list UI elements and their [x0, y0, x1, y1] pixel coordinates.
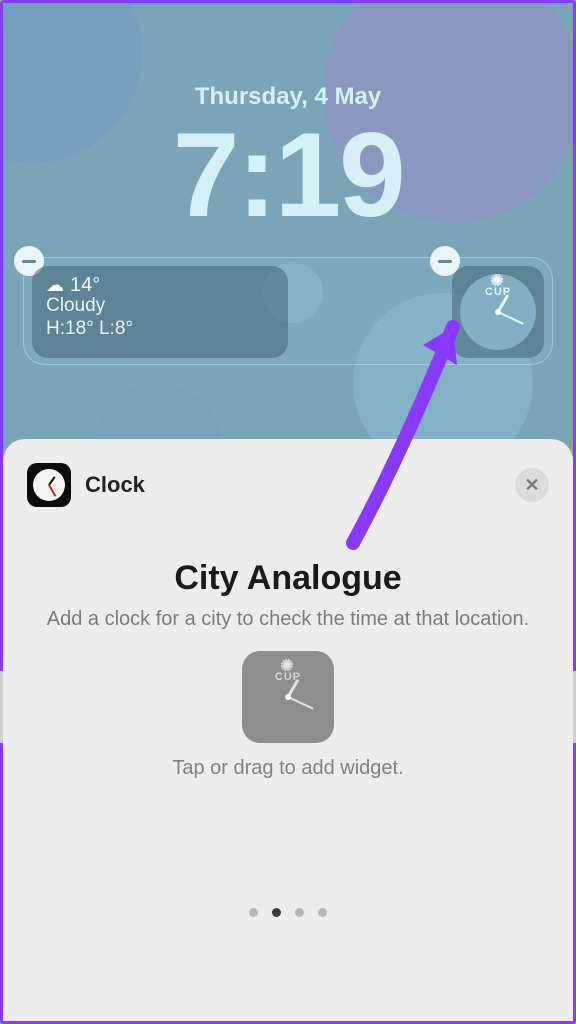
- widget-hint: Tap or drag to add widget.: [27, 757, 549, 780]
- page-dot[interactable]: [272, 908, 281, 917]
- minus-icon: [438, 260, 452, 263]
- page-dot[interactable]: [249, 908, 258, 917]
- page-dot[interactable]: [295, 908, 304, 917]
- clock-app-icon: [27, 463, 71, 507]
- widget-title: City Analogue: [27, 559, 549, 598]
- page-dot[interactable]: [318, 908, 327, 917]
- close-icon: ✕: [524, 475, 539, 496]
- close-button[interactable]: ✕: [515, 468, 549, 502]
- widget-row[interactable]: 14° Cloudy H:18° L:8° CUP: [23, 257, 553, 365]
- widget-picker-sheet: Clock ✕ City Analogue Add a clock for a …: [3, 439, 573, 1021]
- minus-icon: [22, 260, 36, 263]
- weather-hilo: H:18° L:8°: [46, 318, 274, 340]
- lockscreen-time[interactable]: 7:19: [173, 115, 404, 235]
- widget-preview[interactable]: CUP: [242, 651, 334, 743]
- page-indicator[interactable]: [3, 908, 573, 917]
- lockscreen-date[interactable]: Thursday, 4 May: [195, 83, 381, 111]
- widget-description: Add a clock for a city to check the time…: [27, 606, 549, 633]
- sheet-app-name: Clock: [85, 472, 145, 498]
- weather-temp: 14°: [70, 274, 100, 297]
- analogue-clock-icon: CUP: [460, 274, 536, 350]
- cloud-icon: [46, 274, 64, 297]
- analogue-clock-icon: CUP: [250, 659, 326, 735]
- clock-widget[interactable]: CUP: [452, 266, 544, 358]
- weather-condition: Cloudy: [46, 295, 274, 317]
- weather-widget[interactable]: 14° Cloudy H:18° L:8°: [32, 266, 288, 358]
- sheet-header: Clock ✕: [27, 463, 549, 507]
